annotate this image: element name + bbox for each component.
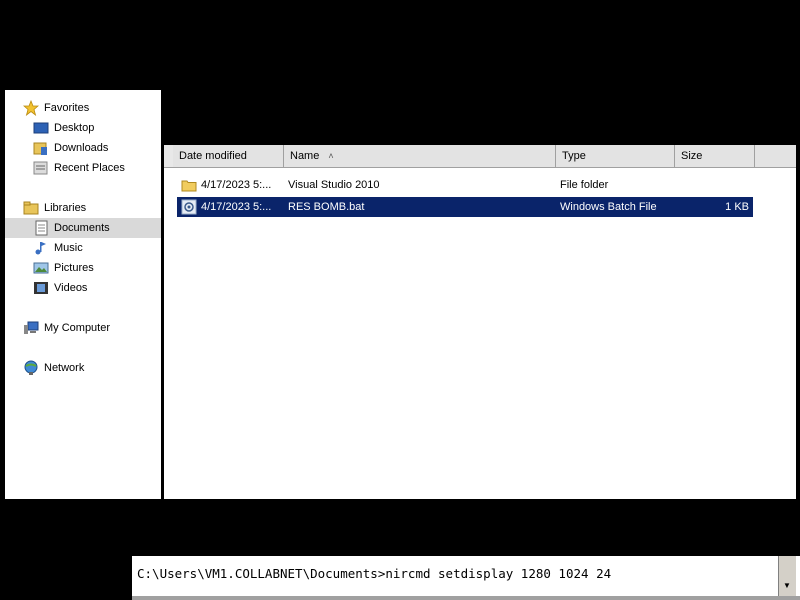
nav-downloads[interactable]: Downloads (33, 138, 153, 158)
nav-music-label: Music (54, 242, 83, 254)
downloads-folder-icon (33, 140, 49, 156)
nav-recent-places-label: Recent Places (54, 162, 125, 174)
file-size: 1 KB (725, 201, 749, 213)
desktop-icon (33, 120, 49, 136)
console-command-line: C:\Users\VM1.COLLABNET\Documents>nircmd … (137, 566, 612, 581)
nav-documents[interactable]: Documents (5, 218, 161, 238)
nav-videos-label: Videos (54, 282, 88, 294)
column-name-label: Name (290, 150, 320, 162)
column-header-bar: Date modified Name ˄ Type Size (164, 145, 796, 168)
computer-icon (23, 320, 39, 336)
column-name[interactable]: Name ˄ (284, 145, 556, 167)
nav-network-label: Network (44, 362, 85, 374)
nav-favorites[interactable]: Favorites (22, 98, 153, 118)
nav-libraries[interactable]: Libraries (23, 198, 153, 218)
pictures-icon (33, 260, 49, 276)
file-date: 4/17/2023 5:... (201, 201, 272, 213)
file-name: RES BOMB.bat (288, 201, 365, 213)
batch-file-icon (181, 199, 197, 215)
star-icon (22, 99, 40, 117)
nav-documents-label: Documents (54, 222, 110, 234)
nav-music[interactable]: Music (33, 238, 153, 258)
nav-my-computer-label: My Computer (44, 322, 111, 334)
file-row-visual-studio-2010[interactable]: 4/17/2023 5:... Visual Studio 2010 File … (177, 175, 753, 195)
libraries-icon (23, 200, 39, 216)
network-icon (23, 360, 39, 376)
nav-desktop-label: Desktop (54, 122, 95, 134)
column-size-label: Size (681, 150, 703, 162)
column-type-label: Type (562, 150, 586, 162)
documents-icon (33, 220, 49, 236)
file-date: 4/17/2023 5:... (201, 179, 272, 191)
nav-my-computer[interactable]: My Computer (23, 318, 153, 338)
column-date-modified[interactable]: Date modified (173, 145, 284, 167)
videos-icon (33, 280, 49, 296)
file-type: Windows Batch File (560, 201, 657, 213)
column-type[interactable]: Type (556, 145, 675, 167)
nav-network[interactable]: Network (23, 358, 153, 378)
column-date-modified-label: Date modified (179, 150, 247, 162)
nav-recent-places[interactable]: Recent Places (33, 158, 153, 178)
column-size[interactable]: Size (675, 145, 755, 167)
nav-downloads-label: Downloads (54, 142, 109, 154)
nav-pictures[interactable]: Pictures (33, 258, 153, 278)
file-list-pane: Date modified Name ˄ Type Size 4/17/2023… (164, 145, 796, 499)
scroll-down-arrow-icon[interactable]: ▼ (783, 581, 791, 590)
console-vertical-scrollbar[interactable]: ▼ (778, 556, 796, 596)
nav-desktop[interactable]: Desktop (33, 118, 153, 138)
command-prompt-window[interactable]: C:\Users\VM1.COLLABNET\Documents>nircmd … (132, 556, 800, 600)
nav-videos[interactable]: Videos (33, 278, 153, 298)
navigation-pane: Favorites Desktop Downloads Recent Place… (5, 90, 161, 499)
column-filler (755, 145, 796, 167)
nav-libraries-label: Libraries (44, 202, 87, 214)
console-bottom-border (132, 596, 800, 600)
nav-pictures-label: Pictures (54, 262, 94, 274)
file-name: Visual Studio 2010 (288, 179, 380, 191)
file-row-res-bomb-bat[interactable]: 4/17/2023 5:... RES BOMB.bat Windows Bat… (177, 197, 753, 217)
folder-icon (181, 177, 197, 193)
recent-places-icon (33, 160, 49, 176)
file-type: File folder (560, 179, 609, 191)
nav-favorites-label: Favorites (44, 102, 90, 114)
sort-ascending-icon: ˄ (328, 151, 334, 161)
music-icon (33, 240, 49, 256)
